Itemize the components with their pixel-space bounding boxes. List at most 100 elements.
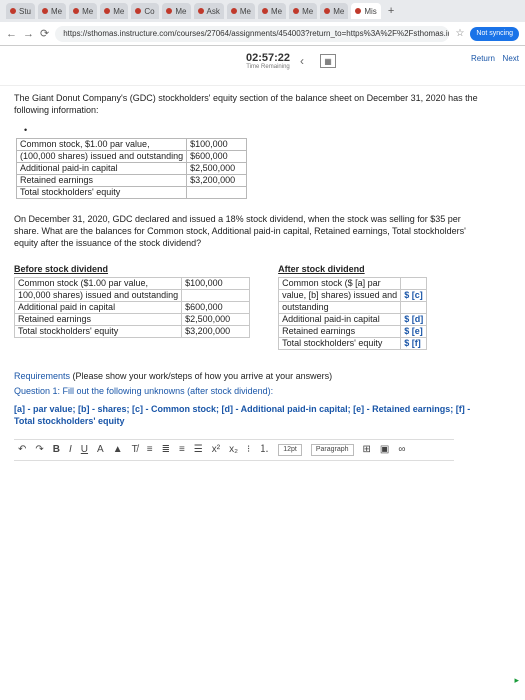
tab-label: Ask [206,6,220,16]
next-button[interactable]: Next [503,54,519,63]
intro-text: The Giant Donut Company's (GDC) stockhol… [14,93,478,115]
number-list-icon[interactable]: ⒈ [259,444,269,456]
browser-tab[interactable]: Me [226,3,255,19]
underline-icon[interactable]: U [81,444,88,456]
scroll-handle-icon[interactable]: ▸ [514,675,519,686]
row-label: Retained earnings [15,174,188,187]
unknowns-list: [a] - par value; [b] - shares; [c] - Com… [14,404,471,426]
row-label: Additional paid-in capital [278,313,402,326]
profile-button[interactable]: Not syncing [470,26,519,41]
requirements-label: Requirements [14,371,71,381]
row-value: $ [c] [400,289,428,302]
browser-tab-strip: Stu Me Me Me Co Me Ask Me Me Me Me Mis + [0,0,525,22]
table-row: Common stock ($1.00 par value, $100,000 [13,277,251,290]
browser-tab[interactable]: Me [38,3,67,19]
back-icon[interactable]: ← [6,28,17,40]
align-center-icon[interactable]: ≣ [162,444,170,456]
return-button[interactable]: Return [471,54,495,63]
chevron-left-icon[interactable]: ‹ [300,54,304,68]
before-table: Common stock ($1.00 par value, $100,000 10… [13,277,251,338]
browser-tab[interactable]: Me [320,3,349,19]
row-label: 100,000 shares) issued and outstanding [13,289,183,302]
before-column: Before stock dividend Common stock ($1.0… [13,263,251,350]
row-value: $ [f] [400,337,428,350]
bookmark-star-icon[interactable]: ☆ [455,28,464,39]
row-label: Additional paid-in capital [15,162,188,175]
tab-favicon-icon [73,8,80,14]
italic-icon[interactable]: I [69,444,72,456]
row-value: $2,500,000 [181,313,251,326]
row-label: outstanding [278,301,402,314]
browser-address-bar: ← → ⟳ https://sthomas.instructure.com/co… [0,22,525,46]
question-1: Question 1: Fill out the following unkno… [14,386,274,396]
subscript-icon[interactable]: x₂ [229,444,238,456]
row-value: $600,000 [186,150,248,163]
tab-label: Me [51,6,63,16]
tab-favicon-icon [261,8,268,14]
tab-favicon-icon [135,8,142,14]
link-icon[interactable]: ∞ [398,444,405,456]
table-row: Common stock ($ [a] par [278,277,428,290]
browser-tab[interactable]: Me [257,3,287,19]
row-label: Additional paid in capital [13,301,183,314]
image-icon[interactable]: ▣ [380,444,389,456]
browser-tab[interactable]: Me [289,3,318,19]
superscript-icon[interactable]: x² [212,444,220,456]
balance-table: Common stock, $1.00 par value, $100,000 (1… [15,138,248,199]
justify-icon[interactable]: ☰ [194,444,203,456]
tab-favicon-icon [197,8,204,14]
tab-favicon-icon [166,8,173,14]
row-label: value, [b] shares) issued and [278,289,402,302]
highlight-icon[interactable]: ▲ [113,444,123,456]
reload-icon[interactable]: ⟳ [40,27,49,40]
table-row: outstanding [278,301,428,314]
table-row: Total stockholders' equity $3,200,000 [13,325,251,338]
quiz-page: 02:57:22 Time Remaining ‹ ▦ Return Next … [0,46,525,700]
align-left-icon[interactable]: ≡ [147,444,153,456]
browser-tab[interactable]: Stu [6,3,36,19]
requirements-text: (Please show your work/steps of how you … [70,371,333,381]
undo-icon[interactable]: ↶ [18,444,26,456]
align-right-icon[interactable]: ≡ [179,444,185,456]
dividend-comparison: Before stock dividend Common stock ($1.0… [13,263,484,350]
paragraph-select[interactable]: Paragraph [310,444,354,456]
after-heading: After stock dividend [278,264,365,274]
timer-value: 02:57:22 [246,52,291,64]
calculator-icon[interactable]: ▦ [320,54,336,68]
clear-format-icon[interactable]: T̸ [132,444,138,456]
browser-tab[interactable]: Me [69,3,98,19]
table-row: 100,000 shares) issued and outstanding [13,289,251,302]
bullet-icon: • [24,125,28,135]
bold-icon[interactable]: B [53,444,60,456]
browser-tab[interactable]: Ask [193,3,224,19]
text-color-icon[interactable]: A [97,444,104,456]
requirements: Requirements (Please show your work/step… [14,370,484,382]
tab-label: Me [239,6,251,16]
browser-tab[interactable]: Me [100,3,129,19]
tab-favicon-icon [324,8,331,14]
table-icon[interactable]: ⊞ [363,444,371,456]
tab-label: Co [144,6,155,16]
browser-tab[interactable]: Mis [351,3,381,19]
before-heading: Before stock dividend [14,264,109,274]
row-value: $100,000 [181,277,251,290]
bullet-list-icon[interactable]: ⁝ [247,444,250,456]
forward-icon[interactable]: → [23,28,34,40]
url-field[interactable]: https://sthomas.instructure.com/courses/… [55,25,450,42]
tab-favicon-icon [230,8,237,14]
redo-icon[interactable]: ↷ [35,444,43,456]
question-content: The Giant Donut Company's (GDC) stockhol… [13,92,484,461]
row-label: Total stockholders' equity [278,337,402,350]
font-size-select[interactable]: 12pt [278,444,302,456]
time-remaining: 02:57:22 Time Remaining [246,52,290,70]
row-value: $ [d] [400,313,428,326]
row-label: Retained earnings [278,325,402,338]
new-tab-icon[interactable]: + [384,5,398,17]
tab-favicon-icon [42,8,49,14]
row-label: Common stock ($1.00 par value, [13,277,183,290]
row-value [186,186,248,199]
browser-tab[interactable]: Me [162,3,191,19]
browser-tab[interactable]: Co [131,3,160,19]
table-row: (100,000 shares) issued and outstanding $… [15,150,248,163]
row-label: Retained earnings [13,313,183,326]
